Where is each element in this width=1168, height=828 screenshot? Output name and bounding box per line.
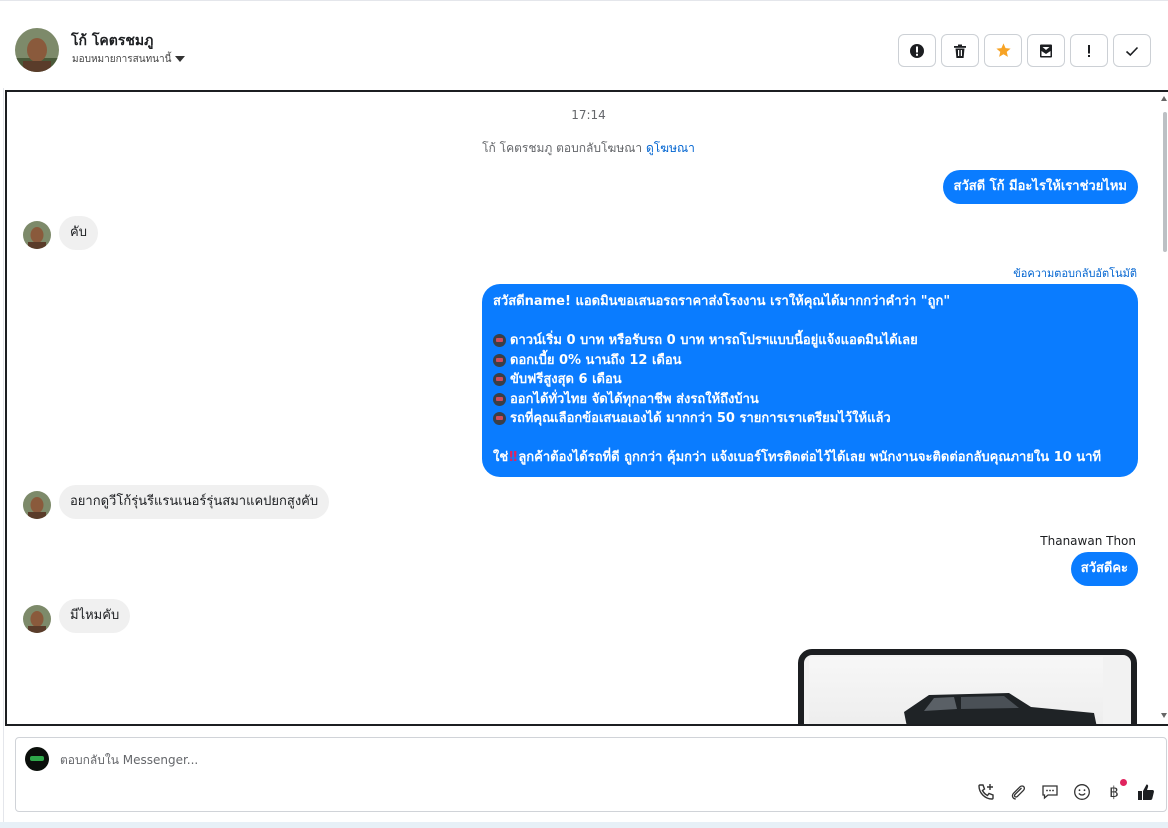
spam-alert-button[interactable]: [898, 34, 936, 67]
envelope-icon: [1040, 44, 1052, 57]
bullet-item: ดอกเบี้ย 0% นานถึง 12 เดือน: [493, 351, 1127, 371]
mark-unread-button[interactable]: [1027, 34, 1065, 67]
contact-name[interactable]: โก้ โคตรชมภู: [71, 30, 153, 52]
message-thread[interactable]: 17:14 โก้ โคตรชมภู ตอบกลับโฆษณา ดูโฆษณา …: [5, 90, 1168, 726]
mark-done-button[interactable]: [1113, 34, 1151, 67]
thread-scrollbar[interactable]: [1158, 92, 1168, 724]
messenger-inbox: โก้ โคตรชมภู มอบหมายการสนทนานี้ 17:14 โก…: [0, 0, 1168, 828]
closing-text: ลูกค้าต้องได้รถที่ดี ถูกกว่า คุ้มกว่า แจ…: [518, 450, 1102, 465]
car-emoji-icon: [493, 353, 506, 367]
contact-avatar-small: [23, 221, 51, 249]
notification-dot: [1120, 779, 1127, 786]
follow-up-button[interactable]: [1070, 34, 1108, 67]
composer-tools: ฿: [975, 779, 1157, 803]
car-image-attachment[interactable]: [798, 649, 1137, 724]
page-avatar: [25, 747, 49, 771]
auto-reply-line: สวัสดีname! แอดมินขอเสนอรถราคาส่งโรงงาน …: [493, 294, 951, 309]
incoming-message[interactable]: คับ: [59, 216, 98, 250]
double-exclamation-icon: ‼: [509, 450, 518, 465]
bullet-item: รถที่คุณเลือกข้อเสนอเองได้ มากกว่า 50 รา…: [493, 409, 1127, 429]
message-composer: ฿: [15, 737, 1167, 812]
exclamation-icon: [1088, 44, 1090, 57]
contact-avatar-small: [23, 605, 51, 633]
star-icon: [995, 43, 1011, 57]
bullet-item: ดาวน์เริ่ม 0 บาท หรือรับรถ 0 บาท หารถโปร…: [493, 331, 1127, 351]
assign-label: มอบหมายการสนทนานี้: [72, 54, 172, 65]
conversation-header: โก้ โคตรชมภู มอบหมายการสนทนานี้: [0, 0, 1168, 88]
outgoing-message[interactable]: สวัสดี โก้ มีอะไรให้เราช่วยไหม: [942, 170, 1138, 204]
car-emoji-icon: [493, 392, 506, 406]
phone-add-icon[interactable]: [975, 781, 997, 803]
car-emoji-icon: [493, 373, 506, 387]
bullet-text: ดาวน์เริ่ม 0 บาท หรือรับรถ 0 บาท หารถโปร…: [510, 333, 918, 348]
auto-reply-closing: ใช่ ‼ ลูกค้าต้องได้รถที่ดี ถูกกว่า คุ้มกว่…: [493, 448, 1127, 468]
contact-avatar-small: [23, 491, 51, 519]
check-icon: [1125, 46, 1139, 56]
auto-reply-message[interactable]: สวัสดีname! แอดมินขอเสนอรถราคาส่งโรงงาน …: [482, 284, 1138, 477]
scroll-up-icon[interactable]: [1161, 96, 1167, 101]
bullet-text: ดอกเบี้ย 0% นานถึง 12 เดือน: [510, 352, 682, 368]
closing-prefix: ใช่: [493, 450, 509, 465]
incoming-message[interactable]: อยากดูวีโก้รุ่นรีแรนเนอร์รุ่นสมาแคปยกสูง…: [59, 485, 330, 519]
paperclip-icon[interactable]: [1007, 781, 1029, 803]
scroll-thumb[interactable]: [1163, 112, 1167, 252]
auto-reply-label: ข้อความตอบกลับอัตโนมัติ: [1013, 267, 1137, 280]
left-divider: [0, 0, 4, 828]
sender-name: Thanawan Thon: [1040, 534, 1136, 548]
car-emoji-icon: [493, 334, 506, 348]
saved-replies-icon[interactable]: [1039, 781, 1061, 803]
reply-input[interactable]: [60, 751, 860, 769]
header-actions: [898, 34, 1151, 67]
ad-reply-note: โก้ โคตรชมภู ตอบกลับโฆษณา ดูโฆษณา: [7, 139, 1168, 158]
delete-button[interactable]: [941, 34, 979, 67]
car-emoji-icon: [493, 412, 506, 426]
contact-avatar[interactable]: [15, 28, 59, 72]
car-photo: [809, 657, 1103, 724]
scroll-down-icon[interactable]: [1161, 713, 1167, 718]
bullet-text: รถที่คุณเลือกข้อเสนอเองได้ มากกว่า 50 รา…: [510, 411, 891, 426]
baht-symbol: ฿: [1109, 783, 1119, 801]
assign-conversation-dropdown[interactable]: มอบหมายการสนทนานี้: [72, 52, 186, 67]
alert-circle-icon: [910, 43, 924, 58]
bullet-item: ออกได้ทั่วไทย จัดได้ทุกอาชีพ ส่งรถให้ถึง…: [493, 390, 1127, 410]
bullet-item: ขับฟรีสูงสุด 6 เดือน: [493, 370, 1127, 390]
timestamp: 17:14: [571, 108, 606, 122]
thumbs-up-icon[interactable]: [1135, 781, 1157, 803]
emoji-icon[interactable]: [1071, 781, 1093, 803]
bullet-text: ออกได้ทั่วไทย จัดได้ทุกอาชีพ ส่งรถให้ถึง…: [510, 391, 759, 407]
star-button[interactable]: [984, 34, 1022, 67]
outgoing-message[interactable]: สวัสดีคะ: [1070, 552, 1138, 586]
incoming-message[interactable]: มีไหมคับ: [59, 599, 131, 633]
view-ad-link[interactable]: ดูโฆษณา: [646, 141, 695, 155]
caret-down-icon: [175, 56, 186, 62]
ad-reply-text: โก้ โคตรชมภู ตอบกลับโฆษณา: [482, 141, 646, 155]
bullet-text: ขับฟรีสูงสุด 6 เดือน: [510, 372, 622, 387]
trash-icon: [954, 44, 966, 58]
baht-icon[interactable]: ฿: [1103, 779, 1127, 803]
bottom-strip: [0, 822, 1168, 828]
